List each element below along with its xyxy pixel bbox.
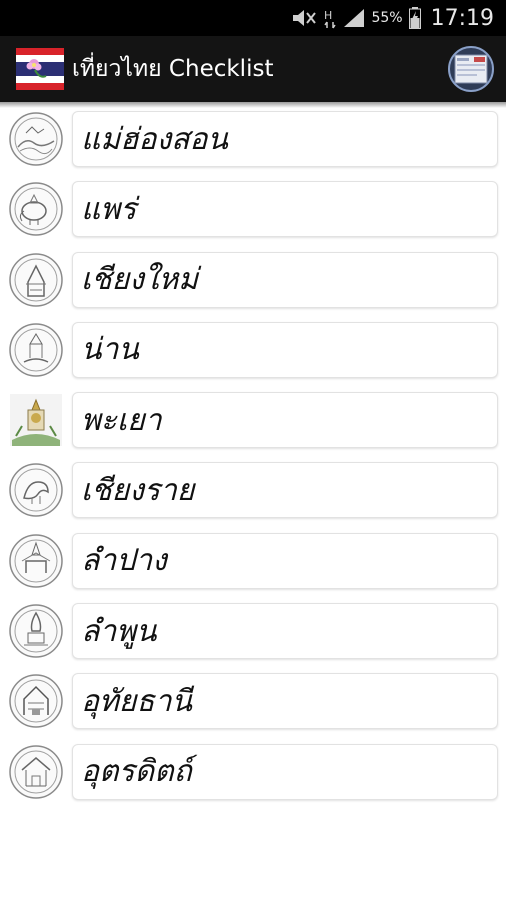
checklist-thumbnail-icon[interactable]: [448, 46, 494, 92]
province-card[interactable]: เชียงราย: [72, 462, 498, 519]
status-bar: H 55% 17:19: [0, 0, 506, 36]
province-name: เชียงราย: [81, 472, 195, 508]
chiang-mai-seal-icon: [8, 252, 64, 308]
province-name: เชียงใหม่: [81, 262, 199, 298]
province-card[interactable]: พะเยา: [72, 392, 498, 449]
list-item[interactable]: น่าน: [0, 319, 506, 389]
province-name: อุทัยธานี: [81, 683, 193, 719]
lampang-seal-icon: [8, 533, 64, 589]
province-card[interactable]: ลำพูน: [72, 603, 498, 660]
list-item[interactable]: เชียงราย: [0, 459, 506, 529]
phrae-seal-icon: [8, 181, 64, 237]
list-item[interactable]: แม่ฮ่องสอน: [0, 108, 506, 178]
clock: 17:19: [430, 5, 494, 31]
province-card[interactable]: เชียงใหม่: [72, 251, 498, 308]
province-card[interactable]: ลำปาง: [72, 532, 498, 589]
battery-icon: [408, 7, 421, 29]
province-card[interactable]: น่าน: [72, 321, 498, 378]
lamphun-seal-icon: [8, 603, 64, 659]
province-card[interactable]: แม่ฮ่องสอน: [72, 111, 498, 167]
province-list: แม่ฮ่องสอน แพร่ เชียงใหม่ น่าน พะเยา เชี…: [0, 108, 506, 811]
province-card[interactable]: แพร่: [72, 181, 498, 238]
mute-icon: [291, 9, 317, 27]
app-bar: เที่ยวไทย Checklist: [0, 36, 506, 102]
province-card[interactable]: อุทัยธานี: [72, 673, 498, 730]
network-h-icon: H: [323, 7, 337, 29]
province-name: ลำปาง: [81, 543, 167, 579]
app-title: เที่ยวไทย Checklist: [72, 56, 274, 82]
signal-icon: [343, 8, 365, 28]
list-item[interactable]: อุทัยธานี: [0, 670, 506, 740]
province-name: น่าน: [81, 332, 139, 368]
province-name: แม่ฮ่องสอน: [81, 121, 228, 157]
list-item[interactable]: พะเยา: [0, 389, 506, 459]
battery-percent: 55%: [371, 10, 403, 26]
thai-flag-icon: [16, 46, 64, 92]
province-name: แพร่: [81, 191, 137, 227]
list-item[interactable]: ลำพูน: [0, 600, 506, 670]
list-item[interactable]: อุตรดิตถ์: [0, 741, 506, 811]
network-h-label: H: [324, 9, 332, 22]
list-item[interactable]: ลำปาง: [0, 530, 506, 600]
mae-hong-son-seal-icon: [8, 111, 64, 167]
list-item[interactable]: เชียงใหม่: [0, 249, 506, 319]
province-name: ลำพูน: [81, 613, 157, 649]
list-item[interactable]: แพร่: [0, 178, 506, 248]
province-name: พะเยา: [81, 402, 162, 438]
chiang-rai-seal-icon: [8, 462, 64, 518]
province-card[interactable]: อุตรดิตถ์: [72, 743, 498, 800]
nan-seal-icon: [8, 322, 64, 378]
uthai-thani-seal-icon: [8, 673, 64, 729]
phayao-seal-icon: [8, 392, 64, 448]
province-name: อุตรดิตถ์: [81, 754, 192, 790]
uttaradit-seal-icon: [8, 744, 64, 800]
